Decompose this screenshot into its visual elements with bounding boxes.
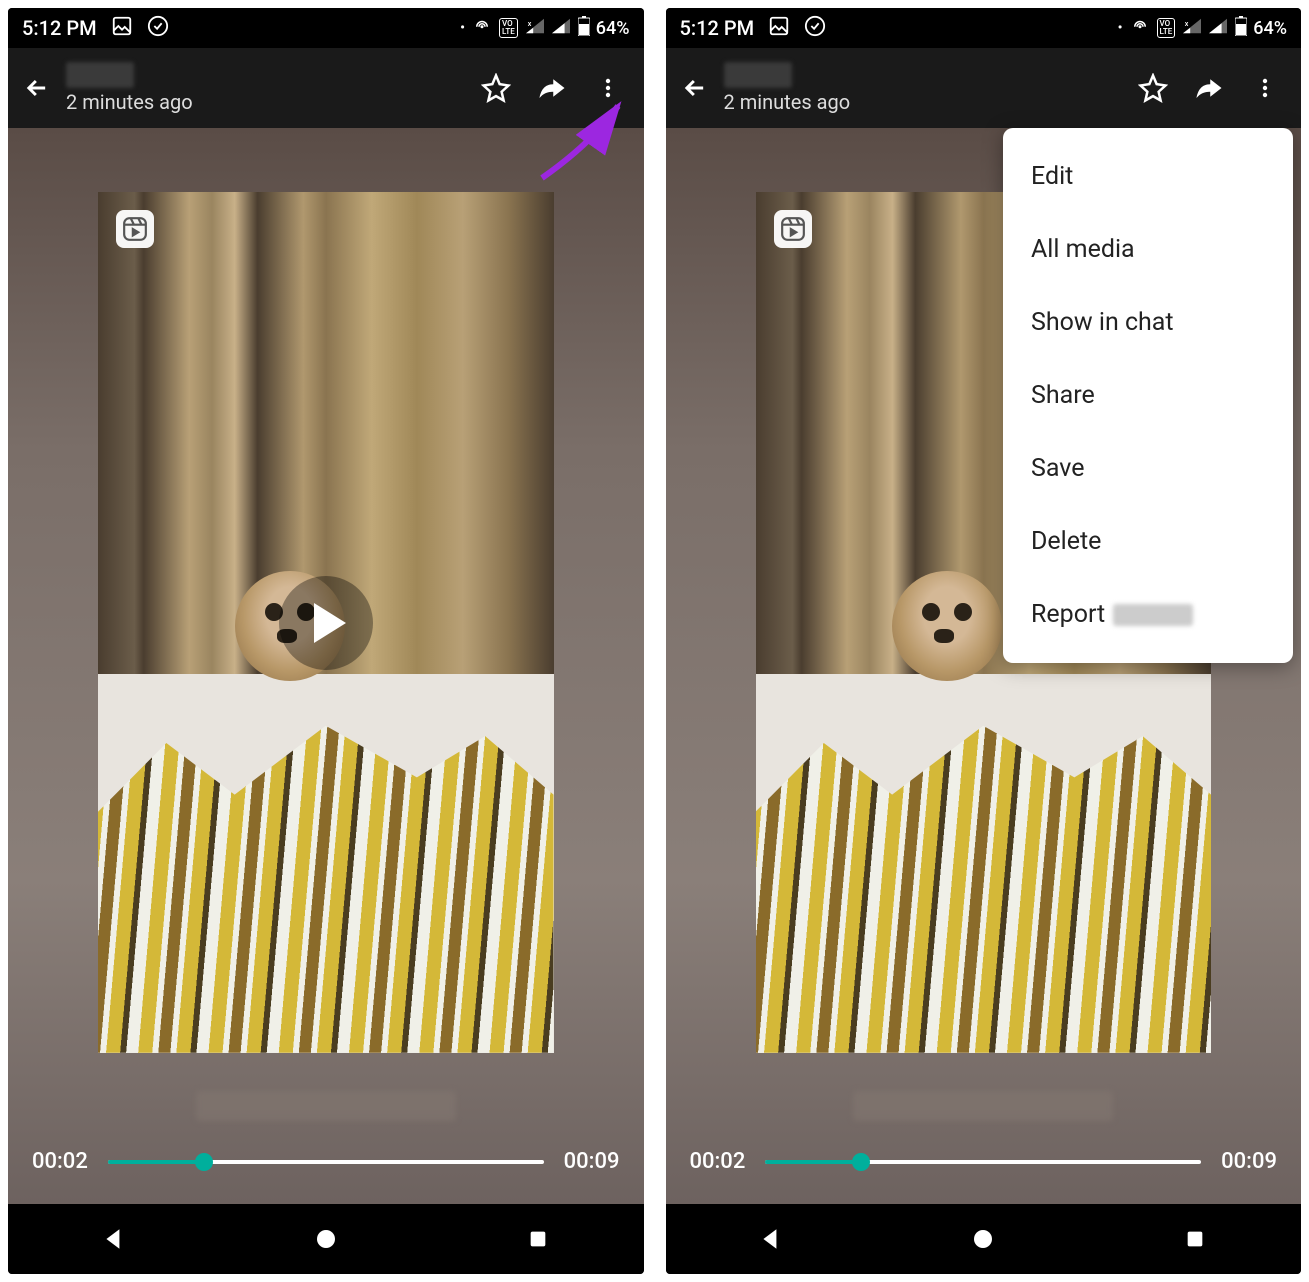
contact-name-blurred [66,62,134,88]
seek-thumb[interactable] [852,1153,870,1171]
seek-thumb[interactable] [195,1153,213,1171]
star-button[interactable] [1129,64,1177,112]
clock-text: 5:12 PM [680,16,755,40]
image-icon [111,15,133,42]
reel-icon [116,210,154,248]
menu-item-report[interactable]: Report [1003,578,1293,651]
seek-track[interactable] [108,1160,544,1164]
menu-item-show-in-chat[interactable]: Show in chat [1003,286,1293,359]
phone-screenshot-left: 5:12 PM • VOLTE x 64% 2 mi [8,8,644,1274]
status-bar: 5:12 PM • VOLTE x 64% [8,8,644,48]
check-circle-icon [147,15,169,42]
media-viewer: 00:02 00:09 Edit All media Show in chat … [666,128,1302,1204]
status-bar: 5:12 PM • VOLTE x 64% [666,8,1302,48]
signal-1-icon: x [1183,18,1201,38]
hotspot-icon [1131,17,1149,39]
forward-button[interactable] [528,64,576,112]
play-button[interactable] [279,576,373,670]
svg-text:x: x [1185,19,1189,28]
navigation-bar [666,1204,1302,1274]
nav-recent-button[interactable] [508,1209,568,1269]
more-options-button[interactable] [1241,64,1289,112]
dot-icon: • [460,20,465,36]
nav-back-button[interactable] [84,1209,144,1269]
elapsed-time: 00:02 [32,1149,88,1174]
volte-icon: VOLTE [1157,18,1176,38]
video-frame[interactable] [98,192,554,1052]
signal-2-icon [1209,18,1227,38]
timestamp-text: 2 minutes ago [724,90,1122,114]
timestamp-text: 2 minutes ago [66,90,464,114]
duration-time: 00:09 [1221,1149,1277,1174]
volte-icon: VOLTE [499,18,518,38]
app-bar: 2 minutes ago [666,48,1302,128]
signal-2-icon [552,18,570,38]
video-progress: 00:02 00:09 [666,1133,1302,1204]
menu-item-edit[interactable]: Edit [1003,140,1293,213]
hotspot-icon [473,17,491,39]
forward-button[interactable] [1185,64,1233,112]
clock-text: 5:12 PM [22,16,97,40]
nav-back-button[interactable] [741,1209,801,1269]
nav-recent-button[interactable] [1165,1209,1225,1269]
battery-icon [1235,16,1247,40]
navigation-bar [8,1204,644,1274]
signal-1-icon: x [526,18,544,38]
dot-icon: • [1118,20,1123,36]
caption-blurred [853,1091,1113,1121]
image-icon [768,15,790,42]
report-name-blurred [1113,604,1193,626]
elapsed-time: 00:02 [690,1149,746,1174]
phone-screenshot-right: 5:12 PM • VOLTE x 64% 2 mi [666,8,1302,1274]
duration-time: 00:09 [564,1149,620,1174]
contact-name-blurred [724,62,792,88]
svg-text:x: x [528,19,532,28]
caption-blurred [196,1091,456,1121]
video-area [8,128,644,1067]
media-viewer: 00:02 00:09 [8,128,644,1204]
back-button[interactable] [20,71,54,105]
nav-home-button[interactable] [296,1209,356,1269]
more-options-button[interactable] [584,64,632,112]
back-button[interactable] [678,71,712,105]
star-button[interactable] [472,64,520,112]
reel-icon [774,210,812,248]
check-circle-icon [804,15,826,42]
battery-icon [578,16,590,40]
seek-track[interactable] [765,1160,1201,1164]
battery-percent: 64% [596,18,630,39]
menu-item-delete[interactable]: Delete [1003,505,1293,578]
video-progress: 00:02 00:09 [8,1133,644,1204]
menu-item-all-media[interactable]: All media [1003,213,1293,286]
options-menu: Edit All media Show in chat Share Save D… [1003,128,1293,663]
menu-item-share[interactable]: Share [1003,359,1293,432]
menu-item-save[interactable]: Save [1003,432,1293,505]
nav-home-button[interactable] [953,1209,1013,1269]
app-bar: 2 minutes ago [8,48,644,128]
play-icon [314,603,346,643]
battery-percent: 64% [1253,18,1287,39]
